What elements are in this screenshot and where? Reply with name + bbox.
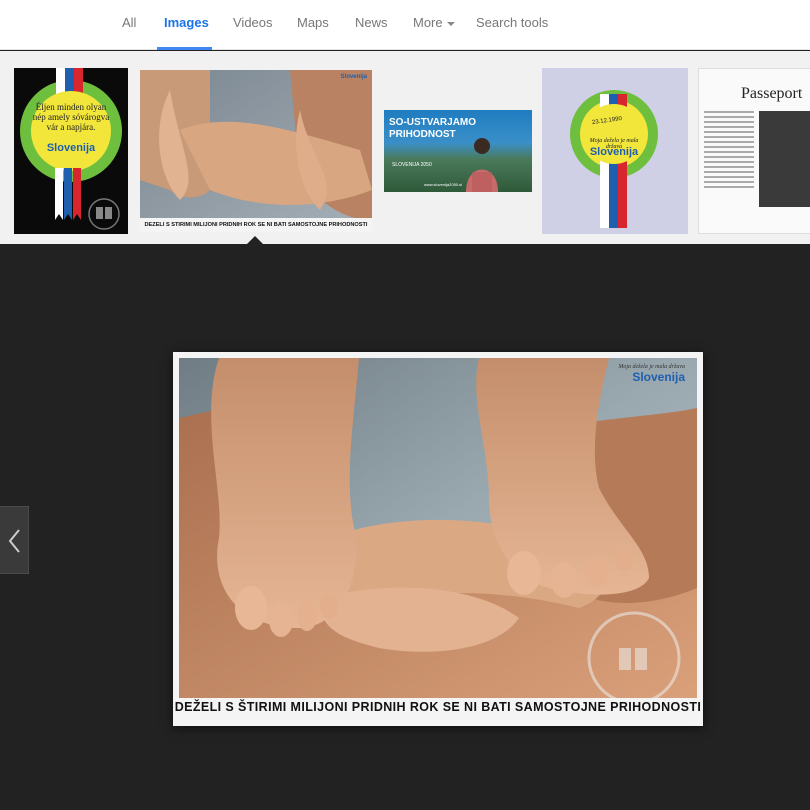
image-results-strip: Éljen minden olyan nép amely sóvárogva v… [0,51,810,244]
poster-caption: DEŽELI S ŠTIRIMI MILIJONI PRIDNIH ROK SE… [174,700,702,714]
poster-3-url: www.slovenija2050.si [424,182,463,187]
thumbnail-poster-4[interactable]: 23.12.1990 Moja dežela je mala država Sl… [542,68,688,234]
poster-2-caption: DEŽELI S ŠTIRIMI MILIJONI PRIDNIH ROK SE… [144,222,368,228]
preview-photo: Moja dežela je mala država Slovenija [179,358,697,698]
chevron-left-icon [8,529,20,553]
tab-search-tools[interactable]: Search tools [476,15,548,30]
feet-and-hands-photo [140,70,372,232]
poster-3-title: SO-USTVARJAMO PRIHODNOST [389,117,477,140]
thumbnail-poster-3[interactable]: SO-USTVARJAMO PRIHODNOST SLOVENIJA 2050 … [384,110,532,192]
poster-1-brand: Slovenija [46,142,96,154]
caret-down-icon [446,21,455,26]
preview-image[interactable]: Moja dežela je mala država Slovenija DEŽ… [173,352,703,726]
tab-more-label: More [413,15,443,30]
tab-images[interactable]: Images [164,15,209,30]
poster-1-text: Éljen minden olyan nép amely sóvárogva v… [32,102,110,132]
feet-and-hands-illustration [179,358,697,698]
tab-maps[interactable]: Maps [297,15,329,30]
slovenija-logo: Moja dežela je mala država Slovenija [618,364,685,384]
poster-2-brand: Slovenija [340,74,367,80]
poster-4-brand: Slovenija [589,146,639,158]
poster-5-text-column [704,111,754,191]
tab-videos[interactable]: Videos [233,15,273,30]
tab-more[interactable]: More [413,15,455,30]
thumbnail-poster-5[interactable]: Passeport [698,68,810,234]
poster-5-title: Passeport [741,85,803,102]
person-silhouette [466,138,498,192]
search-tab-bar: All Images Videos Maps News More Search … [0,0,810,50]
tab-news[interactable]: News [355,15,388,30]
tab-all[interactable]: All [122,15,136,30]
stamp-logo-icon [88,198,120,230]
thumbnail-poster-2-selected[interactable]: Slovenija DEŽELI S ŠTIRIMI MILIJONI PRID… [140,70,372,232]
poster-5-photo [759,111,810,207]
previous-image-button[interactable] [0,506,29,574]
active-tab-indicator [157,47,212,50]
thumbnail-poster-1[interactable]: Éljen minden olyan nép amely sóvárogva v… [14,68,128,234]
selected-thumbnail-pointer [246,236,264,245]
poster-3-sub: SLOVENIJA 2050 [392,162,432,168]
logo-brand: Slovenija [632,370,685,384]
